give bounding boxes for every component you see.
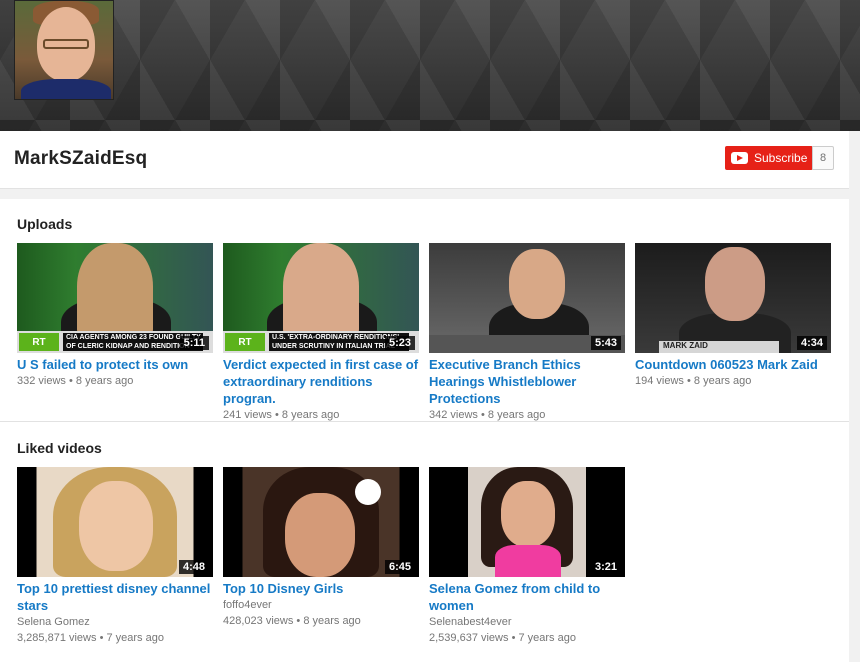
thumb-figure [283, 243, 359, 339]
video-title-link[interactable]: Top 10 prettiest disney channel stars [17, 580, 213, 614]
upload-age: 8 years ago [281, 409, 340, 421]
upload-age: 8 years ago [693, 375, 752, 387]
upload-age: 7 years ago [106, 632, 164, 644]
video-channel-link[interactable]: foffo4ever [223, 597, 419, 613]
video-title-link[interactable]: Countdown 060523 Mark Zaid [635, 356, 831, 373]
youtube-play-icon [731, 152, 748, 164]
video-duration: 5:23 [384, 336, 415, 350]
video-thumbnail[interactable]: 3:21 [429, 467, 625, 577]
video-thumbnail[interactable]: RT U.S. 'EXTRA-ORDINARY RENDITIONS' UNDE… [223, 243, 419, 353]
thumb-figure [79, 481, 153, 571]
video-item[interactable]: RT CIA AGENTS AMONG 23 FOUND GUILTY OF C… [17, 243, 213, 390]
subscriber-count: 8 [812, 146, 834, 170]
view-count: 342 views [429, 409, 478, 421]
avatar-glasses [43, 39, 89, 49]
meta-separator: • [480, 409, 488, 421]
video-meta: 2,539,637 views • 7 years ago [429, 630, 625, 647]
video-duration: 5:11 [179, 336, 209, 350]
video-duration: 4:34 [796, 336, 827, 350]
video-duration: 3:21 [590, 560, 621, 574]
subscribe-label: Subscribe [754, 151, 808, 165]
view-count: 428,023 views [223, 615, 294, 627]
channel-banner [0, 0, 860, 131]
video-meta: 194 views • 8 years ago [635, 373, 831, 390]
meta-separator: • [274, 409, 282, 421]
liked-videos-shelf: Liked videos 4:48 Top 10 prettiest disne… [0, 423, 849, 662]
video-meta: 3,285,871 views • 7 years ago [17, 630, 213, 647]
thumb-figure [509, 249, 565, 319]
video-thumbnail[interactable]: 6:45 [223, 467, 419, 577]
shelf-title-liked[interactable]: Liked videos [17, 440, 102, 456]
video-item[interactable]: MARK ZAID 4:34 Countdown 060523 Mark Zai… [635, 243, 831, 390]
thumb-figure [285, 493, 355, 577]
channel-content: Uploads RT CIA AGENTS AMONG 23 FOUND GUI… [0, 199, 849, 662]
video-channel-link[interactable]: Selena Gomez [17, 614, 213, 630]
channel-avatar[interactable] [14, 0, 114, 100]
news-caption: MARK ZAID [659, 341, 779, 353]
video-item[interactable]: 3:21 Selena Gomez from child to women Se… [429, 467, 625, 647]
upload-age: 8 years ago [75, 375, 134, 387]
video-thumbnail[interactable]: MARK ZAID 4:34 [635, 243, 831, 353]
video-item[interactable]: 6:45 Top 10 Disney Girls foffo4ever 428,… [223, 467, 419, 630]
subscribe-button[interactable]: Subscribe [725, 146, 813, 170]
rt-logo: RT [225, 333, 265, 351]
video-title-link[interactable]: Executive Branch Ethics Hearings Whistle… [429, 356, 625, 407]
video-meta: 332 views • 8 years ago [17, 373, 213, 390]
channel-title[interactable]: MarkSZaidEsq [14, 148, 147, 170]
video-thumbnail[interactable]: 4:48 [17, 467, 213, 577]
video-duration: 4:48 [178, 560, 209, 574]
video-title-link[interactable]: Verdict expected in first case of extrao… [223, 356, 419, 407]
video-meta: 428,023 views • 8 years ago [223, 613, 419, 630]
uploads-shelf: Uploads RT CIA AGENTS AMONG 23 FOUND GUI… [0, 199, 849, 422]
video-meta: 241 views • 8 years ago [223, 407, 419, 424]
thumb-figure [501, 481, 555, 547]
video-meta: 342 views • 8 years ago [429, 407, 625, 424]
thumb-figure [495, 545, 561, 577]
video-title-link[interactable]: Selena Gomez from child to women [429, 580, 625, 614]
channel-header: MarkSZaidEsq Subscribe 8 [0, 131, 849, 189]
thumb-flower [355, 479, 381, 505]
view-count: 2,539,637 views [429, 632, 509, 644]
avatar-shirt [21, 79, 111, 99]
video-title-link[interactable]: U S failed to protect its own [17, 356, 213, 373]
upload-age: 7 years ago [518, 632, 576, 644]
video-item[interactable]: RT U.S. 'EXTRA-ORDINARY RENDITIONS' UNDE… [223, 243, 419, 424]
video-title-link[interactable]: Top 10 Disney Girls [223, 580, 419, 597]
view-count: 3,285,871 views [17, 632, 97, 644]
video-item[interactable]: 5:43 Executive Branch Ethics Hearings Wh… [429, 243, 625, 424]
upload-age: 8 years ago [487, 409, 546, 421]
view-count: 194 views [635, 375, 684, 387]
video-thumbnail[interactable]: 5:43 [429, 243, 625, 353]
shelf-title-uploads[interactable]: Uploads [17, 216, 72, 232]
video-item[interactable]: 4:48 Top 10 prettiest disney channel sta… [17, 467, 213, 647]
rt-logo: RT [19, 333, 59, 351]
video-duration: 5:43 [590, 336, 621, 350]
video-channel-link[interactable]: Selenabest4ever [429, 614, 625, 630]
meta-separator: • [68, 375, 76, 387]
video-duration: 6:45 [384, 560, 415, 574]
view-count: 332 views [17, 375, 66, 387]
thumb-figure [705, 247, 765, 321]
video-thumbnail[interactable]: RT CIA AGENTS AMONG 23 FOUND GUILTY OF C… [17, 243, 213, 353]
meta-separator: • [686, 375, 694, 387]
view-count: 241 views [223, 409, 272, 421]
upload-age: 8 years ago [303, 615, 361, 627]
thumb-figure [77, 243, 153, 339]
